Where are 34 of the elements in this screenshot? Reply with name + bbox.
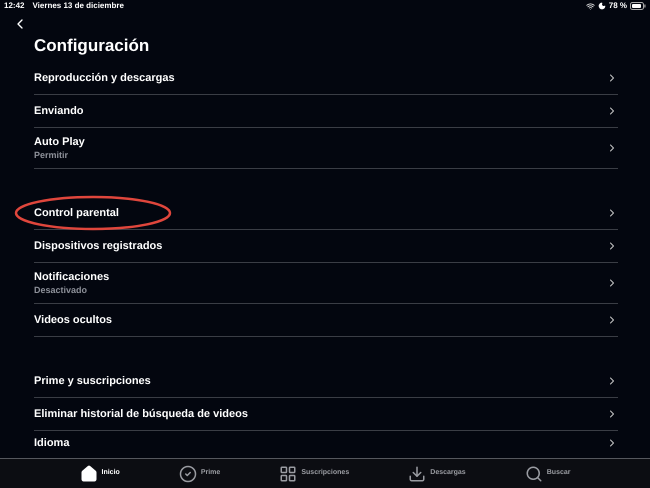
row-label: Control parental [34, 206, 119, 220]
row-label: Eliminar historial de búsqueda de videos [34, 407, 248, 421]
settings-row[interactable]: Videos ocultos [34, 304, 618, 337]
battery-icon [630, 2, 646, 10]
row-label: Enviando [34, 104, 84, 118]
home-icon [80, 464, 98, 482]
settings-row[interactable]: Control parental [34, 197, 618, 230]
row-label: Notificaciones [34, 270, 110, 284]
status-time: 12:42 [4, 0, 24, 12]
row-subtitle: Permitir [34, 149, 70, 161]
row-label: Auto Play [34, 135, 85, 149]
row-label: Dispositivos registrados [34, 239, 162, 253]
moon-icon [598, 2, 606, 10]
settings-row[interactable]: Notificaciones Desactivado [34, 263, 618, 304]
battery-percent: 78 % [608, 0, 627, 12]
download-icon [408, 464, 426, 482]
wifi-icon [586, 2, 595, 10]
page-title: Configuración [34, 36, 150, 57]
settings-row[interactable]: Eliminar historial de búsqueda de videos [34, 398, 618, 431]
search-icon [524, 464, 543, 482]
settings-row[interactable]: Prime y suscripciones [34, 365, 618, 398]
row-label: Prime y suscripciones [34, 374, 151, 388]
row-label: Reproducción y descargas [34, 71, 175, 85]
settings-row[interactable]: Idioma [34, 431, 618, 455]
row-label: Videos ocultos [34, 313, 112, 327]
settings-row[interactable]: Enviando [34, 95, 618, 128]
settings-row[interactable]: Dispositivos registrados [34, 230, 618, 263]
status-date: Viernes 13 de diciembre [32, 0, 124, 12]
settings-row[interactable]: Reproducción y descargas [34, 62, 618, 95]
grid-icon [279, 464, 298, 482]
row-subtitle: Desactivado [34, 284, 88, 296]
row-label: Idioma [34, 436, 70, 450]
check-circle-icon [178, 464, 197, 482]
settings-row[interactable]: Auto Play Permitir [34, 128, 618, 169]
